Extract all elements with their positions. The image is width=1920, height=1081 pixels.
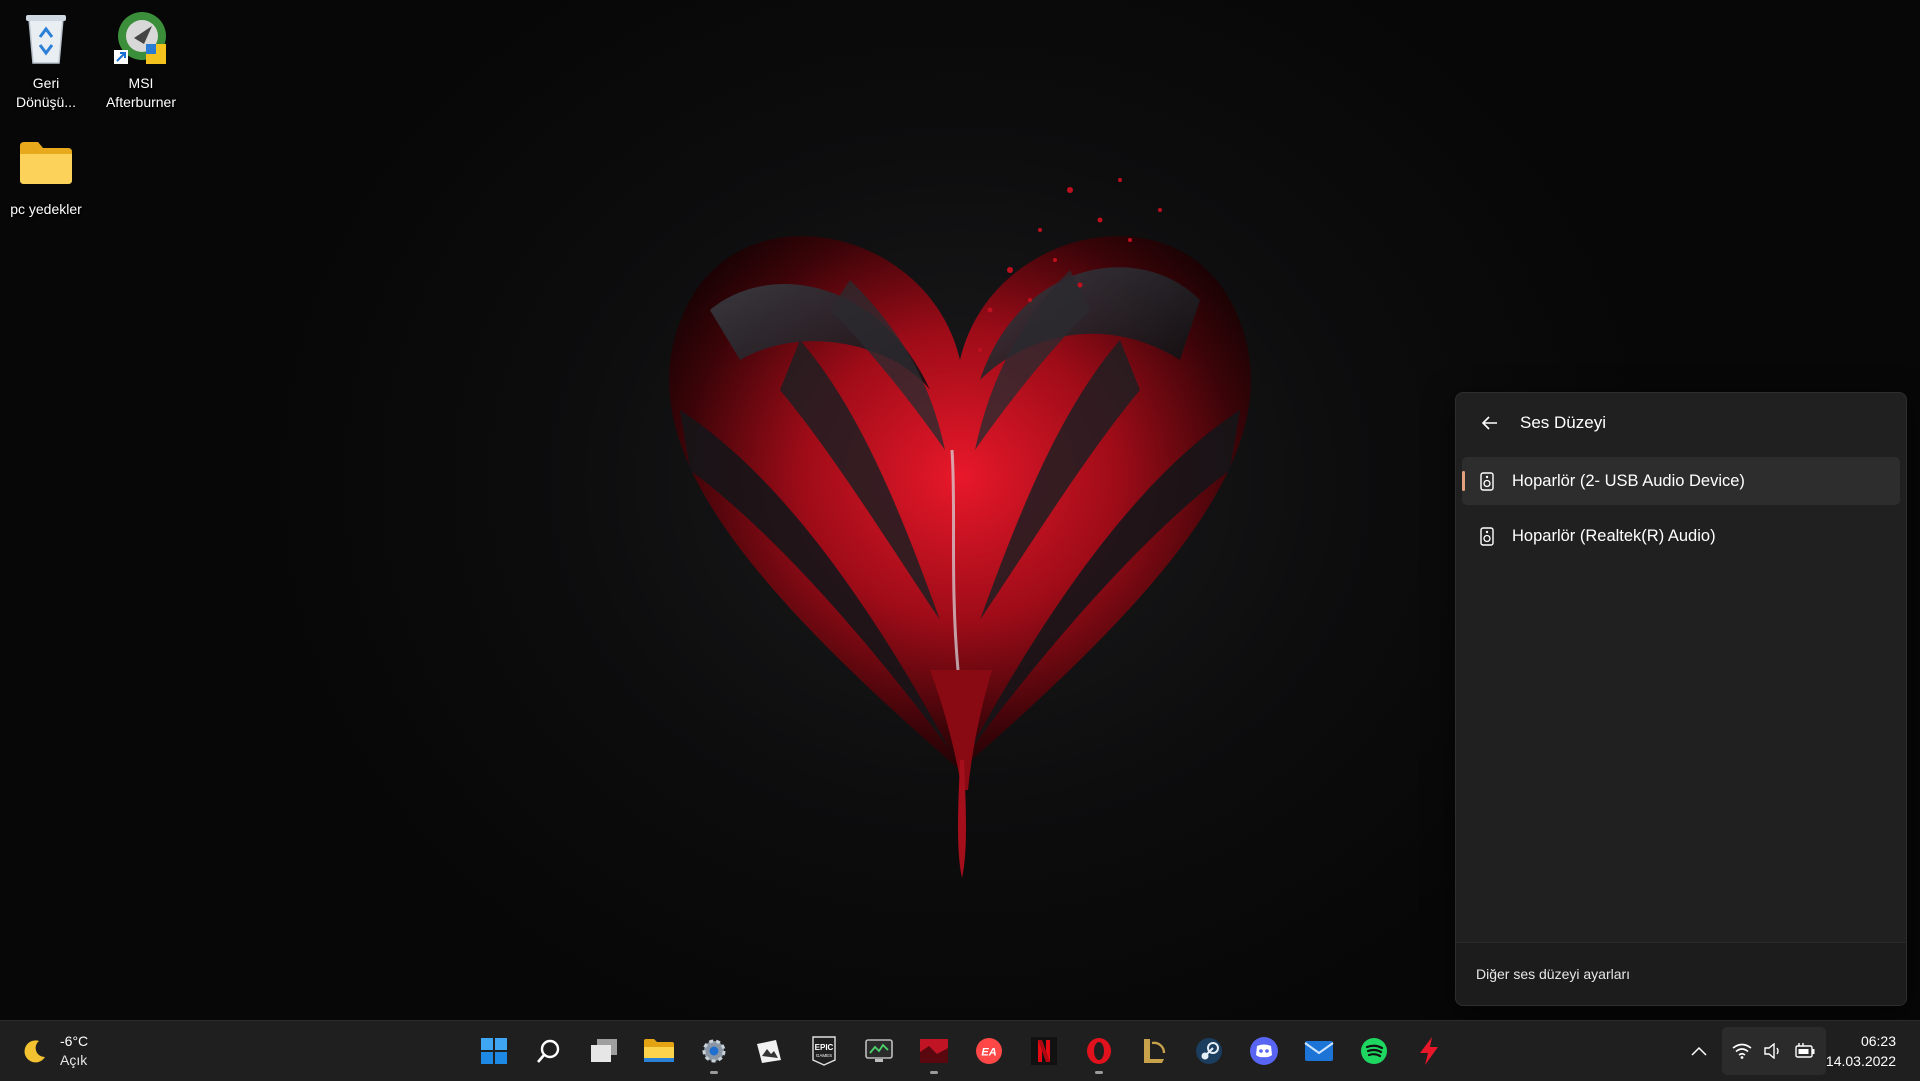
chevron-up-icon xyxy=(1691,1046,1707,1056)
system-tray xyxy=(1684,1027,1826,1075)
file-explorer-app[interactable] xyxy=(635,1027,683,1075)
discord-app[interactable] xyxy=(1240,1027,1288,1075)
output-device-usb-audio[interactable]: Hoparlör (2- USB Audio Device) xyxy=(1462,457,1900,505)
epic-games-icon: EPIC GAMES xyxy=(812,1036,836,1066)
device-label: Hoparlör (2- USB Audio Device) xyxy=(1512,471,1745,490)
photo-app[interactable] xyxy=(745,1027,793,1075)
clock[interactable]: 06:23 14.03.2022 xyxy=(1826,1031,1896,1071)
speaker-device-icon xyxy=(1478,471,1496,491)
show-hidden-icons-button[interactable] xyxy=(1684,1031,1714,1071)
ea-icon: EA xyxy=(976,1038,1002,1064)
search-button[interactable] xyxy=(525,1027,573,1075)
taskbar-apps: EPIC GAMES EA xyxy=(470,1027,1453,1075)
device-label: Hoparlör (Realtek(R) Audio) xyxy=(1512,526,1716,545)
monitor-icon xyxy=(865,1039,893,1062)
weather-widget[interactable]: -6°C Açık xyxy=(22,1031,88,1071)
settings-app[interactable] xyxy=(690,1027,738,1075)
folder-icon xyxy=(644,1039,674,1062)
gpu-monitor-app[interactable] xyxy=(855,1027,903,1075)
mail-app[interactable] xyxy=(1295,1027,1343,1075)
discord-icon xyxy=(1250,1037,1278,1065)
opera-app[interactable] xyxy=(1075,1027,1123,1075)
desktop-icon-pc-yedekler[interactable]: pc yedekler xyxy=(0,130,92,219)
back-arrow-icon xyxy=(1481,416,1497,430)
opera-icon xyxy=(1087,1038,1111,1064)
spotify-app[interactable] xyxy=(1350,1027,1398,1075)
volume-flyout: Ses Düzeyi Hoparlör (2- USB Audio Device… xyxy=(1455,392,1907,1006)
moon-icon xyxy=(24,1040,45,1063)
quick-settings-button[interactable] xyxy=(1722,1027,1826,1075)
netflix-app[interactable] xyxy=(1020,1027,1068,1075)
desktop: Geri Dönüşü... MSI Afterburner pc yedekl… xyxy=(0,0,1920,1020)
desktop-icon-msi-afterburner[interactable]: MSI Afterburner xyxy=(95,4,187,112)
mail-icon xyxy=(1304,1041,1334,1061)
svg-text:GAMES: GAMES xyxy=(816,1053,832,1058)
taskbar: -6°C Açık EPIC GAMES EA 06:23 14.03.2022 xyxy=(0,1020,1920,1081)
battery-icon xyxy=(1795,1043,1815,1058)
heart-wallpaper-image xyxy=(669,178,1251,878)
svg-text:EA: EA xyxy=(981,1047,996,1059)
recycle-bin-icon xyxy=(17,8,75,66)
more-volume-settings-link[interactable]: Diğer ses düzeyi ayarları xyxy=(1476,966,1630,982)
desktop-icon-label: pc yedekler xyxy=(10,201,82,217)
flyout-title: Ses Düzeyi xyxy=(1520,413,1606,432)
lightning-icon xyxy=(1420,1037,1438,1065)
spotify-icon xyxy=(1361,1038,1387,1064)
running-indicator xyxy=(930,1071,938,1074)
task-view-icon xyxy=(591,1039,617,1062)
wallpaper-icon xyxy=(920,1039,948,1063)
svg-text:EPIC: EPIC xyxy=(815,1043,834,1052)
clock-time: 06:23 xyxy=(1860,1033,1896,1049)
running-indicator xyxy=(1095,1071,1103,1074)
desktop-icon-label: Geri Dönüşü... xyxy=(16,75,76,110)
desktop-icon-label: MSI Afterburner xyxy=(105,75,177,110)
photo-icon xyxy=(757,1040,781,1063)
clock-date: 14.03.2022 xyxy=(1825,1053,1896,1069)
steam-app[interactable] xyxy=(1185,1027,1233,1075)
speaker-icon xyxy=(1764,1043,1779,1059)
desktop-icon-recycle-bin[interactable]: Geri Dönüşü... xyxy=(0,4,92,112)
league-icon xyxy=(1144,1039,1166,1063)
back-button[interactable] xyxy=(1474,407,1506,439)
start-button[interactable] xyxy=(470,1027,518,1075)
msi-afterburner-icon xyxy=(112,8,170,66)
netflix-icon xyxy=(1031,1037,1057,1065)
wallpaper-app[interactable] xyxy=(910,1027,958,1075)
output-device-realtek-audio[interactable]: Hoparlör (Realtek(R) Audio) xyxy=(1462,512,1900,560)
weather-temperature: -6°C xyxy=(60,1033,89,1049)
selection-indicator xyxy=(1462,471,1465,491)
search-icon xyxy=(537,1039,560,1063)
folder-icon xyxy=(17,134,75,192)
steam-icon xyxy=(1196,1038,1222,1064)
epic-games-app[interactable]: EPIC GAMES xyxy=(800,1027,848,1075)
wifi-icon xyxy=(1732,1043,1752,1059)
flyout-header: Ses Düzeyi xyxy=(1456,393,1906,453)
running-indicator xyxy=(710,1071,718,1074)
weather-condition: Açık xyxy=(60,1052,88,1068)
ea-app[interactable]: EA xyxy=(965,1027,1013,1075)
speaker-device-icon xyxy=(1478,526,1496,546)
task-view-button[interactable] xyxy=(580,1027,628,1075)
bolt-app[interactable] xyxy=(1405,1027,1453,1075)
gear-icon xyxy=(702,1039,726,1063)
flyout-footer: Diğer ses düzeyi ayarları xyxy=(1456,942,1906,1005)
windows-logo-icon xyxy=(481,1038,507,1064)
league-of-legends-app[interactable] xyxy=(1130,1027,1178,1075)
